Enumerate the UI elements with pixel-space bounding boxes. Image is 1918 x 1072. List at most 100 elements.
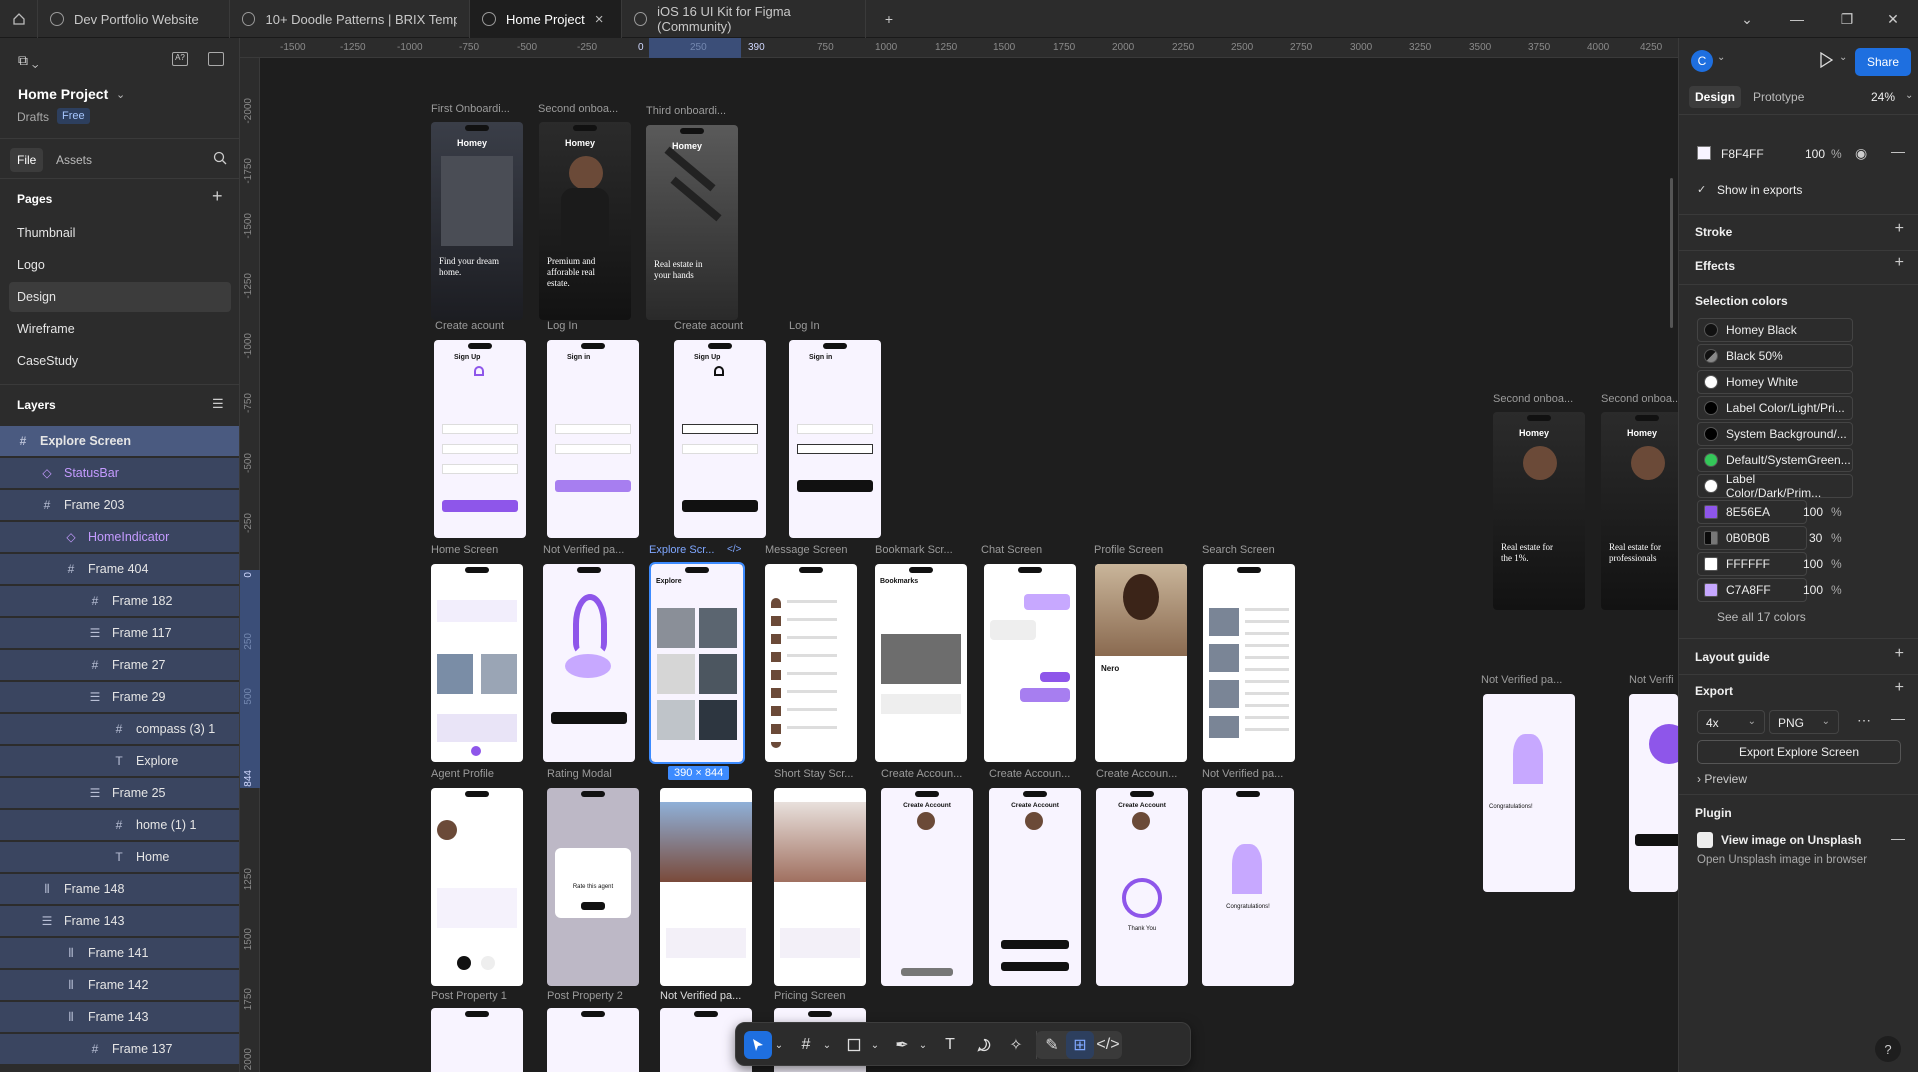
page-item-thumbnail[interactable]: Thumbnail: [0, 218, 239, 248]
layer-frame-203[interactable]: # Frame 203: [0, 490, 239, 520]
create-account-2[interactable]: Create Account: [989, 788, 1081, 986]
bookmark-screen[interactable]: Bookmarks: [875, 564, 967, 762]
frame-label[interactable]: Create Accoun...: [989, 768, 1081, 780]
chat-screen[interactable]: [984, 564, 1076, 762]
share-button[interactable]: Share: [1855, 48, 1911, 76]
frame-label[interactable]: Third onboardi...: [646, 105, 738, 117]
see-all-colors-link[interactable]: See all 17 colors: [1717, 610, 1806, 624]
layer-home-icon[interactable]: # home (1) 1: [0, 810, 239, 840]
not-verified-alt-1[interactable]: Congratulations!: [1483, 694, 1575, 892]
dev-mode-icon[interactable]: </>: [1094, 1031, 1122, 1059]
post-property-2[interactable]: [547, 1008, 639, 1072]
fill-swatch[interactable]: [1697, 146, 1711, 160]
frame-tool-icon[interactable]: #: [792, 1031, 820, 1059]
color-style-system-green[interactable]: Default/SystemGreen...: [1697, 448, 1853, 472]
page-item-casestudy[interactable]: CaseStudy: [0, 346, 239, 376]
frame-label[interactable]: First Onboardi...: [431, 103, 523, 115]
onboarding-alt-2[interactable]: Homey Real estate for professionals: [1601, 412, 1678, 610]
explore-screen-selected[interactable]: Explore: [649, 562, 745, 764]
layers-menu-icon[interactable]: ☰: [212, 396, 224, 412]
user-avatar[interactable]: C: [1691, 50, 1713, 72]
frame-label[interactable]: Home Screen: [431, 544, 523, 556]
signin-screen-1[interactable]: Sign in: [547, 340, 639, 538]
frame-label[interactable]: Bookmark Scr...: [875, 544, 967, 556]
layer-explore-text[interactable]: T Explore: [0, 746, 239, 776]
frame-label[interactable]: Chat Screen: [981, 544, 1073, 556]
signup-screen-1[interactable]: Sign Up: [434, 340, 526, 538]
remove-icon[interactable]: —: [1891, 710, 1905, 726]
frame-label[interactable]: Create Accoun...: [881, 768, 973, 780]
page-item-logo[interactable]: Logo: [0, 250, 239, 280]
chevron-down-icon[interactable]: ⌄: [1717, 52, 1725, 63]
rectangle-tool-icon[interactable]: [840, 1031, 868, 1059]
frame-label[interactable]: Log In: [547, 320, 639, 332]
create-account-3[interactable]: Create Account Thank You: [1096, 788, 1188, 986]
onboarding-alt-1[interactable]: Homey Real estate for the 1%.: [1493, 412, 1585, 610]
not-verified-screen-2[interactable]: Congratulations!: [1202, 788, 1294, 986]
frame-label[interactable]: Message Screen: [765, 544, 857, 556]
frame-label[interactable]: Pricing Screen: [774, 990, 866, 1002]
agent-profile-screen[interactable]: [431, 788, 523, 986]
export-button[interactable]: Export Explore Screen: [1697, 740, 1901, 764]
color-style-homey-black[interactable]: Homey Black: [1697, 318, 1853, 342]
layer-frame-25[interactable]: ☰ Frame 25: [0, 778, 239, 808]
fill-hex-value[interactable]: F8F4FF: [1721, 147, 1764, 161]
onboarding-screen-2[interactable]: Homey Premium and afforable real estate.: [539, 122, 631, 320]
short-stay-screen[interactable]: [774, 788, 866, 986]
text-tool-icon[interactable]: T: [936, 1031, 964, 1059]
layer-frame-137[interactable]: # Frame 137: [0, 1034, 239, 1064]
color-opacity[interactable]: 30: [1809, 531, 1822, 545]
code-icon[interactable]: </>: [727, 544, 741, 555]
pen-tool-icon[interactable]: ✒: [888, 1031, 916, 1059]
not-verified-screen[interactable]: [543, 564, 635, 762]
frame-label[interactable]: Second onboa...: [1493, 393, 1585, 405]
layer-frame-27[interactable]: # Frame 27: [0, 650, 239, 680]
layer-frame-148[interactable]: ⫴ Frame 148: [0, 874, 239, 904]
color-hex-0b0b0b[interactable]: 0B0B0B: [1697, 526, 1807, 550]
layer-statusbar[interactable]: ◇ StatusBar: [0, 458, 239, 488]
chevron-down-icon[interactable]: ⌄: [772, 1031, 786, 1059]
frame-label[interactable]: Second onboa...: [538, 103, 630, 115]
more-options-icon[interactable]: ⋯: [1857, 712, 1871, 729]
color-opacity[interactable]: 100: [1803, 557, 1823, 571]
home-icon[interactable]: [0, 0, 38, 38]
frame-label[interactable]: Post Property 1: [431, 990, 523, 1002]
add-effect-icon[interactable]: +: [1895, 254, 1904, 272]
maximize-icon[interactable]: ❐: [1822, 0, 1872, 38]
canvas-scrollbar[interactable]: [1670, 178, 1673, 328]
post-property-1[interactable]: [431, 1008, 523, 1072]
fill-opacity-value[interactable]: 100: [1805, 147, 1825, 161]
search-screen[interactable]: [1203, 564, 1295, 762]
minimize-icon[interactable]: —: [1772, 0, 1822, 38]
color-hex-c7a8ff[interactable]: C7A8FF: [1697, 578, 1807, 602]
preview-toggle[interactable]: › Preview: [1697, 772, 1747, 786]
layer-frame-143[interactable]: ☰ Frame 143: [0, 906, 239, 936]
layer-frame-29[interactable]: ☰ Frame 29: [0, 682, 239, 712]
not-verified-alt-2[interactable]: [1629, 694, 1678, 892]
tab-file[interactable]: File: [10, 148, 44, 172]
color-hex-8e56ea[interactable]: 8E56EA: [1697, 500, 1807, 524]
chevron-down-icon[interactable]: ⌄: [116, 88, 125, 101]
signin-screen-2[interactable]: Sign in: [789, 340, 881, 538]
tab-prototype[interactable]: Prototype: [1753, 90, 1804, 104]
new-tab-icon[interactable]: +: [864, 0, 914, 38]
chevron-down-icon[interactable]: ⌄: [1722, 0, 1772, 38]
add-export-icon[interactable]: +: [1895, 679, 1904, 697]
frame-label[interactable]: Profile Screen: [1094, 544, 1186, 556]
layer-frame-143b[interactable]: ⫴ Frame 143: [0, 1002, 239, 1032]
rating-modal-screen[interactable]: Rate this agent: [547, 788, 639, 986]
play-icon[interactable]: [1819, 51, 1834, 71]
profile-screen[interactable]: Nero: [1095, 564, 1187, 762]
chevron-down-icon[interactable]: ⌄: [1905, 90, 1913, 101]
chevron-down-icon[interactable]: ⌄: [820, 1031, 834, 1059]
frame-label[interactable]: Not Verified pa...: [1202, 768, 1294, 780]
frame-label[interactable]: Not Verified pa...: [543, 544, 635, 556]
project-name[interactable]: Home Project: [18, 86, 108, 102]
layer-frame-404[interactable]: # Frame 404: [0, 554, 239, 584]
layer-frame-182[interactable]: # Frame 182: [0, 586, 239, 616]
font-icon[interactable]: A?: [172, 52, 188, 66]
ai-tool-icon[interactable]: ✧: [1002, 1031, 1030, 1059]
frame-label[interactable]: Agent Profile: [431, 768, 523, 780]
color-style-label-dark[interactable]: Label Color/Dark/Prim...: [1697, 472, 1853, 500]
tab-assets[interactable]: Assets: [56, 153, 92, 167]
